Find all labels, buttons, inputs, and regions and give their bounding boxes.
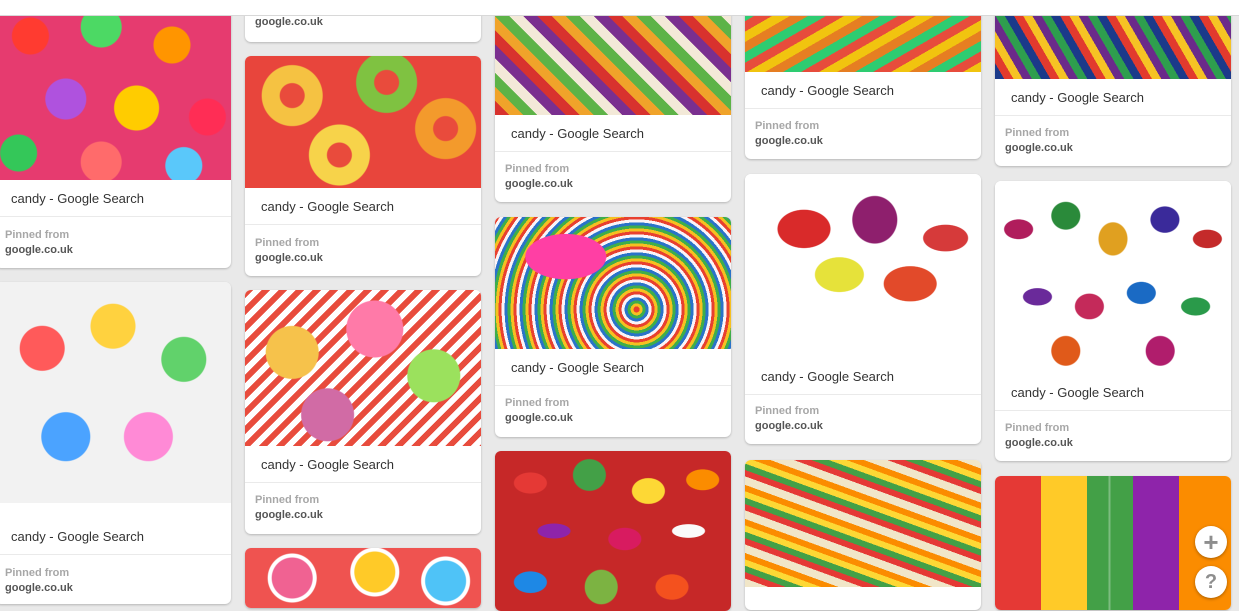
pin-card[interactable]: candy - Google Search Pinned from google… xyxy=(745,0,981,159)
pinned-from-label: Pinned from xyxy=(1005,127,1070,139)
pin-card[interactable]: candy - Google Search Pinned from google… xyxy=(0,282,231,604)
pin-card[interactable]: candy - Google Search Pinned from google… xyxy=(495,217,731,437)
pin-divider xyxy=(0,216,231,217)
pin-source-link[interactable]: google.co.uk xyxy=(255,509,323,521)
pin-image-pick-and-mix[interactable] xyxy=(495,0,731,115)
pin-divider xyxy=(495,385,731,386)
pinned-from-label: Pinned from xyxy=(755,405,820,417)
pin-card[interactable]: candy - Google Search Pinned from google… xyxy=(0,0,231,268)
pinned-from-label: Pinned from xyxy=(5,567,70,579)
pin-source-link[interactable]: google.co.uk xyxy=(505,178,573,190)
pin-image-candy-sprinkles[interactable] xyxy=(495,217,731,349)
pin-title[interactable]: candy - Google Search xyxy=(11,191,144,206)
pinned-from-label: Pinned from xyxy=(255,237,320,249)
pinned-from-label: Pinned from xyxy=(255,494,320,506)
pin-image-lollipops[interactable] xyxy=(245,548,481,608)
question-mark-icon: ? xyxy=(1204,570,1218,593)
pin-title[interactable]: candy - Google Search xyxy=(761,369,894,384)
pin-divider xyxy=(495,151,731,152)
pin-title[interactable]: candy - Google Search xyxy=(1011,90,1144,105)
pin-title[interactable]: candy - Google Search xyxy=(1011,385,1144,400)
pin-source-link[interactable]: google.co.uk xyxy=(505,412,573,424)
pin-divider xyxy=(245,224,481,225)
plus-icon: + xyxy=(1203,526,1219,557)
add-pin-button[interactable]: + xyxy=(1195,526,1227,558)
top-header-bar xyxy=(0,0,1239,16)
pin-source-link[interactable]: google.co.uk xyxy=(5,582,73,594)
pin-card[interactable] xyxy=(745,460,981,610)
pinned-from-label: Pinned from xyxy=(5,229,70,241)
pin-source-link[interactable]: google.co.uk xyxy=(1005,142,1073,154)
pin-divider xyxy=(995,115,1231,116)
pin-divider xyxy=(995,410,1231,411)
pinned-from-label: Pinned from xyxy=(1005,422,1070,434)
pin-card[interactable]: candy - Google Search Pinned from google… xyxy=(495,0,731,202)
help-button[interactable]: ? xyxy=(1195,566,1227,598)
pin-source-link[interactable]: google.co.uk xyxy=(1005,437,1073,449)
pin-image-jelly-beans[interactable] xyxy=(495,451,731,611)
pin-image-gumdrops[interactable] xyxy=(0,0,231,180)
pinned-from-label: Pinned from xyxy=(755,120,820,132)
pin-title[interactable]: candy - Google Search xyxy=(11,529,144,544)
pin-source-link[interactable]: google.co.uk xyxy=(255,252,323,264)
pin-divider xyxy=(0,554,231,555)
pin-title[interactable]: candy - Google Search xyxy=(261,457,394,472)
pin-card[interactable]: candy - Google Search Pinned from google… xyxy=(245,56,481,276)
pinned-from-label: Pinned from xyxy=(505,163,570,175)
pin-divider xyxy=(245,482,481,483)
pin-title[interactable]: candy - Google Search xyxy=(261,199,394,214)
pin-title[interactable]: candy - Google Search xyxy=(511,360,644,375)
pin-source-link[interactable]: google.co.uk xyxy=(5,244,73,256)
pin-card[interactable]: candy - Google Search Pinned from google… xyxy=(745,174,981,444)
pin-card[interactable]: candy - Google Search Pinned from google… xyxy=(245,290,481,534)
pin-card[interactable]: candy - Google Search Pinned from google… xyxy=(995,181,1231,461)
pin-source-link[interactable]: google.co.uk xyxy=(255,16,323,28)
pinned-from-label: Pinned from xyxy=(505,397,570,409)
pin-divider xyxy=(745,108,981,109)
pin-card[interactable] xyxy=(495,451,731,611)
pin-image-foil-wrapped-candies[interactable] xyxy=(995,181,1231,374)
pin-image-gummy-mix[interactable] xyxy=(745,460,981,587)
pin-title[interactable]: candy - Google Search xyxy=(511,126,644,141)
pin-source-link[interactable]: google.co.uk xyxy=(755,135,823,147)
pin-card[interactable] xyxy=(245,548,481,608)
pin-title[interactable]: candy - Google Search xyxy=(761,83,894,98)
pin-image-wrapped-sweets[interactable] xyxy=(745,174,981,357)
pin-image-candy-jars[interactable] xyxy=(0,282,231,503)
pin-card[interactable]: candy - Google Search Pinned from google… xyxy=(995,0,1231,166)
pin-source-link[interactable]: google.co.uk xyxy=(755,420,823,432)
pin-image-gummy-rings[interactable] xyxy=(245,56,481,188)
pin-image-ice-cream-candy[interactable] xyxy=(245,290,481,446)
pin-divider xyxy=(745,394,981,395)
